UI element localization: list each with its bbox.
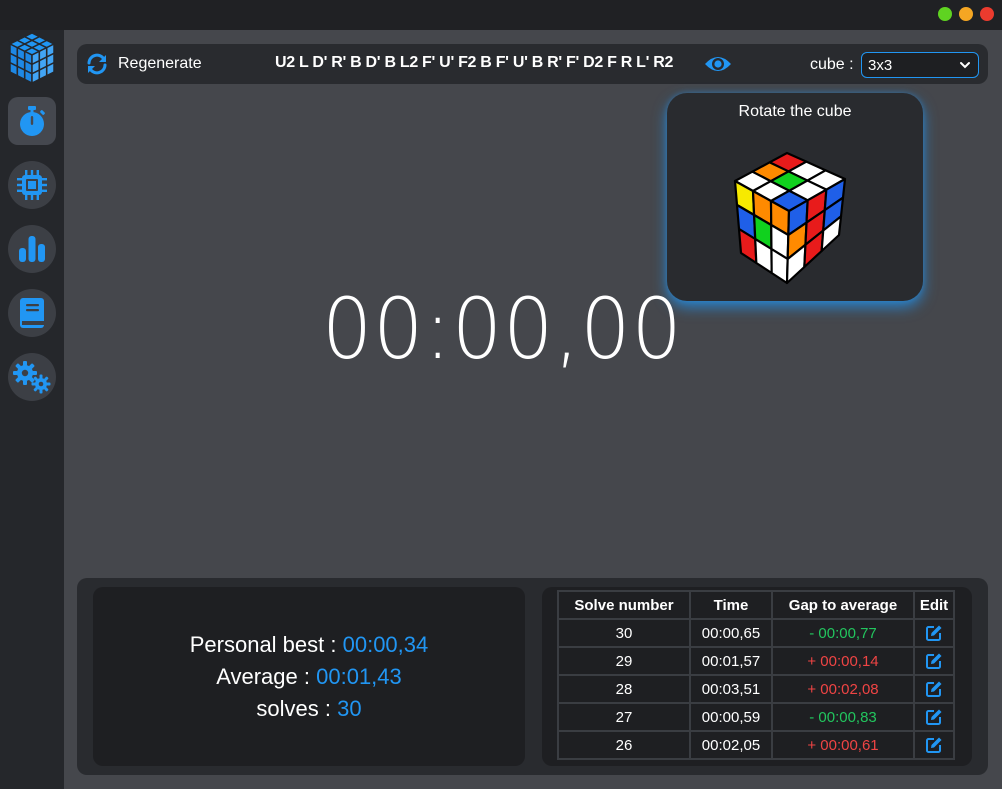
regenerate-button[interactable]: Regenerate [85,50,202,78]
timer-display[interactable]: 00:00,00 [322,280,683,378]
edit-cell [913,702,955,732]
solves-table-card: Solve number Time Gap to average Edit 30… [542,587,972,766]
edit-cell [913,730,955,760]
edit-cell [913,646,955,676]
eye-icon[interactable] [704,52,732,76]
scramble-bar: Regenerate U2 L D' R' B D' B L2 F' U' F2… [77,44,988,84]
cube-preview-title: Rotate the cube [738,103,852,120]
solve-time-cell: 00:00,65 [689,618,773,648]
edit-icon[interactable] [925,680,943,698]
header-time: Time [689,590,773,620]
average-line: Average : 00:01,43 [93,661,525,693]
solves-table: Solve number Time Gap to average Edit 30… [557,590,955,760]
chip-icon [17,170,47,200]
edit-cell [913,674,955,704]
table-header-row: Solve number Time Gap to average Edit [557,590,955,620]
solve-time-cell: 00:02,05 [689,730,773,760]
personal-best-value: 00:00,34 [342,632,429,657]
main-content: Regenerate U2 L D' R' B D' B L2 F' U' F2… [64,30,1002,789]
table-row: 26 00:02,05 + 00:00,61 [557,730,955,760]
solve-time-cell: 00:00,59 [689,702,773,732]
solve-number-cell: 29 [557,646,691,676]
sidebar-item-settings[interactable] [8,353,56,401]
stopwatch-icon [20,106,45,136]
cube-3d-preview[interactable] [727,141,857,291]
personal-best-label: Personal best : [189,632,337,657]
edit-icon[interactable] [925,708,943,726]
chevron-down-icon [960,62,970,69]
edit-icon[interactable] [925,652,943,670]
regenerate-label: Regenerate [118,55,202,72]
gap-to-average-cell: - 00:00,83 [771,702,915,732]
sidebar-item-statistics[interactable] [8,225,56,273]
personal-best-line: Personal best : 00:00,34 [93,629,525,661]
solve-number-cell: 30 [557,618,691,648]
gap-to-average-cell: + 00:00,14 [771,646,915,676]
solve-number-cell: 27 [557,702,691,732]
sidebar-item-cube-chip[interactable] [8,161,56,209]
solves-line: solves : 30 [93,693,525,725]
gap-to-average-cell: - 00:00,77 [771,618,915,648]
solve-number-cell: 28 [557,674,691,704]
minimize-button[interactable] [959,7,973,21]
table-row: 27 00:00,59- 00:00,83 [557,702,955,732]
cube-type-value: 3x3 [868,56,893,74]
sidebar-item-tutorial[interactable] [8,289,56,337]
cube-preview-card: Rotate the cube [667,93,923,301]
header-edit: Edit [913,590,955,620]
gap-to-average-cell: + 00:02,08 [771,674,915,704]
sidebar [0,30,64,789]
bottom-panel: Personal best : 00:00,34 Average : 00:01… [77,578,988,775]
table-row: 28 00:03,51 + 00:02,08 [557,674,955,704]
average-label: Average : [216,664,310,689]
table-row: 30 00:00,65- 00:00,77 [557,618,955,648]
edit-cell [913,618,955,648]
maximize-button[interactable] [938,7,952,21]
cube-type-label: cube : [810,56,854,73]
edit-icon[interactable] [925,624,943,642]
close-button[interactable] [980,7,994,21]
header-solve-number: Solve number [557,590,691,620]
sidebar-item-timer[interactable] [8,97,56,145]
refresh-icon [87,53,107,75]
book-icon [20,298,44,328]
scramble-sequence: U2 L D' R' B D' B L2 F' U' F2 B F' U' B … [275,54,674,71]
solve-number-cell: 26 [557,730,691,760]
app-logo-icon [6,30,58,86]
table-row: 29 00:01,57 + 00:00,14 [557,646,955,676]
average-value: 00:01,43 [316,664,402,689]
stats-card: Personal best : 00:00,34 Average : 00:01… [93,587,525,766]
bar-chart-icon [19,236,45,262]
solve-time-cell: 00:03,51 [689,674,773,704]
gears-icon [13,361,51,394]
solves-count: 30 [337,696,362,721]
edit-icon[interactable] [925,736,943,754]
solves-label: solves : [256,696,331,721]
title-bar [0,0,1002,30]
solve-time-cell: 00:01,57 [689,646,773,676]
header-gap-to-average: Gap to average [771,590,915,620]
cube-type-select[interactable]: 3x3 [861,52,979,78]
gap-to-average-cell: + 00:00,61 [771,730,915,760]
